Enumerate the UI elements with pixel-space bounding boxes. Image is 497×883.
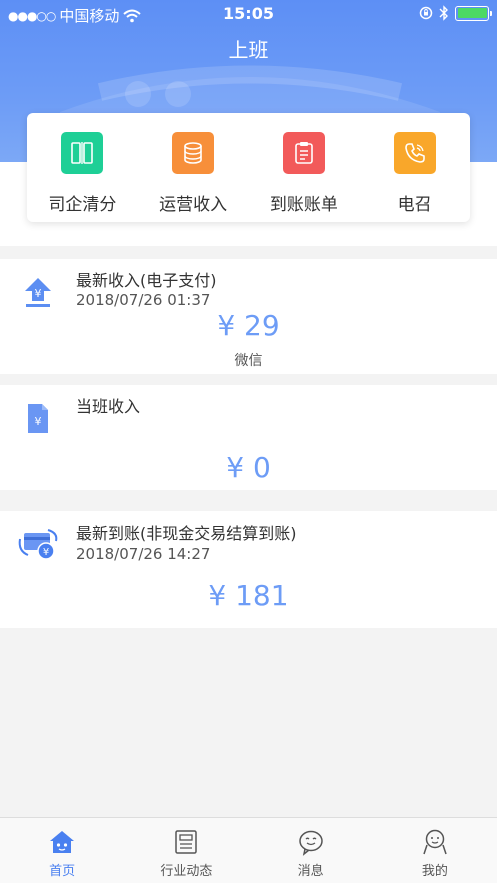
home-icon	[50, 831, 75, 853]
upload-income-icon: ¥	[25, 278, 51, 307]
quick-action-label: 司企清分	[48, 195, 117, 215]
tab-label: 行业动态	[160, 864, 213, 879]
rotation-lock-icon	[419, 6, 433, 20]
document-income-icon: ¥	[28, 404, 48, 433]
card-date: 2018/07/26 14:27	[76, 545, 211, 563]
svg-text:¥: ¥	[43, 547, 49, 558]
card-amount: ¥ 0	[226, 451, 271, 484]
status-bar: ●●●○○ 中国移动 15:05	[0, 0, 497, 28]
tab-home[interactable]: 首页	[0, 818, 124, 883]
latest-arrival-card[interactable]: ¥ 最新到账(非现金交易结算到账) 2018/07/26 14:27 ¥ 181	[0, 511, 497, 628]
profile-icon	[423, 829, 447, 855]
tab-news[interactable]: 行业动态	[124, 818, 248, 883]
quick-action-bill[interactable]: 到账账单	[249, 113, 360, 222]
clipboard-icon	[282, 132, 325, 174]
quick-action-label: 运营收入	[159, 195, 228, 215]
quick-action-split[interactable]: 司企清分	[27, 113, 138, 222]
card-transfer-icon: ¥	[18, 529, 58, 560]
coins-icon	[172, 132, 215, 174]
tab-label: 我的	[421, 864, 448, 879]
svg-text:¥: ¥	[35, 415, 42, 428]
svg-text:¥: ¥	[35, 287, 42, 300]
battery-icon	[455, 5, 492, 21]
battery-level	[457, 8, 487, 18]
split-icon	[61, 132, 104, 174]
quick-action-label: 电召	[397, 195, 432, 215]
quick-action-income[interactable]: 运营收入	[138, 113, 249, 222]
news-icon	[175, 830, 198, 854]
payment-method: 微信	[234, 353, 263, 369]
bluetooth-icon	[439, 5, 448, 21]
tab-messages[interactable]: 消息	[249, 818, 373, 883]
card-title: 当班收入	[76, 397, 141, 416]
tab-label: 首页	[49, 864, 76, 879]
page-title: 上班	[228, 38, 269, 62]
card-date: 2018/07/26 01:37	[76, 291, 211, 309]
card-title: 最新到账(非现金交易结算到账)	[76, 524, 297, 543]
tab-label: 消息	[297, 864, 324, 879]
card-amount: ¥ 181	[208, 579, 289, 612]
shift-income-card[interactable]: ¥ 当班收入 ¥ 0	[0, 385, 497, 490]
phone-icon	[393, 132, 436, 174]
quick-action-label: 到账账单	[269, 195, 338, 215]
quick-actions-card: 司企清分 运营收入 到账账单 电召	[27, 113, 470, 222]
message-icon	[298, 830, 323, 856]
card-amount: ¥ 29	[217, 309, 280, 342]
quick-action-call[interactable]: 电召	[359, 113, 470, 222]
tab-bar: 首页 行业动态 消息 我的	[0, 817, 497, 883]
latest-income-card[interactable]: ¥ 最新收入(电子支付) 2018/07/26 01:37 ¥ 29 微信	[0, 259, 497, 374]
card-title: 最新收入(电子支付)	[76, 271, 217, 290]
tab-profile[interactable]: 我的	[373, 818, 497, 883]
